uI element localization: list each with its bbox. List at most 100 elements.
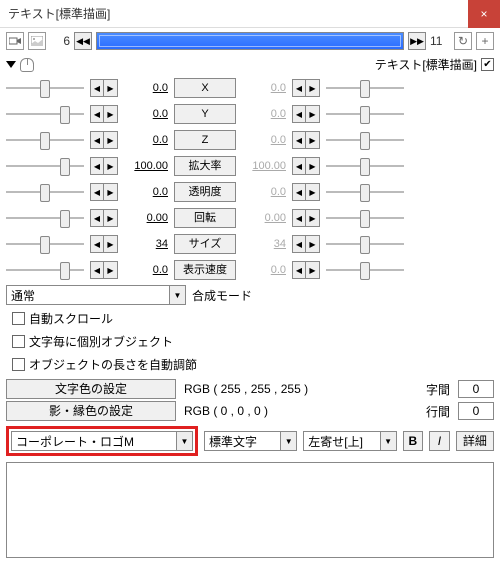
text-input[interactable] xyxy=(6,462,494,558)
chevron-right-icon[interactable]: ▶ xyxy=(104,79,118,97)
close-button[interactable]: × xyxy=(468,0,500,28)
stepper-right[interactable]: ◀▶ xyxy=(292,261,320,279)
value-right[interactable]: 0.0 xyxy=(242,186,286,198)
value-left[interactable]: 0.0 xyxy=(124,82,168,94)
slider-left[interactable] xyxy=(6,182,84,202)
value-left[interactable]: 100.00 xyxy=(124,160,168,172)
chevron-left-icon[interactable]: ◀ xyxy=(292,209,306,227)
stepper-right[interactable]: ◀▶ xyxy=(292,131,320,149)
detail-button[interactable]: 詳細 xyxy=(456,431,494,451)
chevron-right-icon[interactable]: ▶ xyxy=(104,209,118,227)
slider-left[interactable] xyxy=(6,78,84,98)
frame-prev-button[interactable]: ◀◀ xyxy=(74,32,92,50)
stepper-right[interactable]: ◀▶ xyxy=(292,235,320,253)
param-button-alpha[interactable]: 透明度 xyxy=(174,182,236,202)
stepper-left[interactable]: ◀▶ xyxy=(90,261,118,279)
param-button-rot[interactable]: 回転 xyxy=(174,208,236,228)
chevron-left-icon[interactable]: ◀ xyxy=(292,235,306,253)
check-autoscroll[interactable]: 自動スクロール xyxy=(0,307,500,330)
chevron-right-icon[interactable]: ▶ xyxy=(306,131,320,149)
object-enable-checkbox[interactable] xyxy=(481,58,494,71)
blend-mode-combo[interactable]: 通常 ▼ xyxy=(6,285,186,305)
chevron-down-icon[interactable]: ▼ xyxy=(280,432,296,450)
stepper-left[interactable]: ◀▶ xyxy=(90,235,118,253)
stepper-right[interactable]: ◀▶ xyxy=(292,183,320,201)
camera-icon[interactable] xyxy=(6,32,24,50)
text-color-button[interactable]: 文字色の設定 xyxy=(6,379,176,399)
value-left[interactable]: 0.00 xyxy=(124,212,168,224)
value-right[interactable]: 100.00 xyxy=(242,160,286,172)
value-right[interactable]: 0.0 xyxy=(242,108,286,120)
stepper-right[interactable]: ◀▶ xyxy=(292,157,320,175)
chevron-left-icon[interactable]: ◀ xyxy=(90,209,104,227)
chevron-left-icon[interactable]: ◀ xyxy=(90,183,104,201)
stepper-left[interactable]: ◀▶ xyxy=(90,157,118,175)
font-style-combo[interactable]: 標準文字 ▼ xyxy=(204,431,297,451)
slider-right[interactable] xyxy=(326,130,404,150)
chevron-left-icon[interactable]: ◀ xyxy=(292,105,306,123)
slider-left[interactable] xyxy=(6,208,84,228)
chevron-left-icon[interactable]: ◀ xyxy=(292,131,306,149)
slider-right[interactable] xyxy=(326,260,404,280)
stepper-right[interactable]: ◀▶ xyxy=(292,209,320,227)
chevron-right-icon[interactable]: ▶ xyxy=(104,235,118,253)
value-left[interactable]: 0.0 xyxy=(124,108,168,120)
text-align-combo[interactable]: 左寄せ[上] ▼ xyxy=(303,431,396,451)
slider-right[interactable] xyxy=(326,104,404,124)
value-right[interactable]: 0.0 xyxy=(242,264,286,276)
slider-left[interactable] xyxy=(6,260,84,280)
chevron-right-icon[interactable]: ▶ xyxy=(306,235,320,253)
chevron-right-icon[interactable]: ▶ xyxy=(104,105,118,123)
expand-icon[interactable] xyxy=(6,61,16,68)
chevron-right-icon[interactable]: ▶ xyxy=(306,183,320,201)
chevron-right-icon[interactable]: ▶ xyxy=(104,157,118,175)
value-right[interactable]: 0.00 xyxy=(242,212,286,224)
refresh-icon[interactable]: ↻ xyxy=(454,32,472,50)
chevron-left-icon[interactable]: ◀ xyxy=(90,157,104,175)
stepper-left[interactable]: ◀▶ xyxy=(90,183,118,201)
edge-color-button[interactable]: 影・縁色の設定 xyxy=(6,401,176,421)
chevron-down-icon[interactable]: ▼ xyxy=(176,432,192,450)
check-autolen[interactable]: オブジェクトの長さを自動調節 xyxy=(0,353,500,376)
slider-left[interactable] xyxy=(6,234,84,254)
slider-left[interactable] xyxy=(6,156,84,176)
chevron-left-icon[interactable]: ◀ xyxy=(292,261,306,279)
slider-left[interactable] xyxy=(6,130,84,150)
chevron-left-icon[interactable]: ◀ xyxy=(90,261,104,279)
param-button-size[interactable]: サイズ xyxy=(174,234,236,254)
chevron-left-icon[interactable]: ◀ xyxy=(292,183,306,201)
chevron-left-icon[interactable]: ◀ xyxy=(90,131,104,149)
chevron-down-icon[interactable]: ▼ xyxy=(169,286,185,304)
font-name-combo[interactable]: コーポレート・ロゴM ▼ xyxy=(11,431,193,451)
chevron-down-icon[interactable]: ▼ xyxy=(380,432,396,450)
chevron-left-icon[interactable]: ◀ xyxy=(90,235,104,253)
chevron-left-icon[interactable]: ◀ xyxy=(90,105,104,123)
stepper-left[interactable]: ◀▶ xyxy=(90,105,118,123)
checkbox-icon[interactable] xyxy=(12,358,25,371)
value-right[interactable]: 34 xyxy=(242,238,286,250)
checkbox-icon[interactable] xyxy=(12,335,25,348)
stepper-left[interactable]: ◀▶ xyxy=(90,79,118,97)
param-button-x[interactable]: X xyxy=(174,78,236,98)
chevron-left-icon[interactable]: ◀ xyxy=(90,79,104,97)
value-left[interactable]: 0.0 xyxy=(124,186,168,198)
stepper-right[interactable]: ◀▶ xyxy=(292,105,320,123)
frame-start[interactable]: 6 xyxy=(52,34,70,48)
stepper-right[interactable]: ◀▶ xyxy=(292,79,320,97)
stepper-left[interactable]: ◀▶ xyxy=(90,131,118,149)
leading-input[interactable]: 0 xyxy=(458,402,494,420)
value-left[interactable]: 34 xyxy=(124,238,168,250)
spacing-input[interactable]: 0 xyxy=(458,380,494,398)
chevron-right-icon[interactable]: ▶ xyxy=(306,261,320,279)
chevron-right-icon[interactable]: ▶ xyxy=(104,261,118,279)
checkbox-icon[interactable] xyxy=(12,312,25,325)
value-right[interactable]: 0.0 xyxy=(242,134,286,146)
slider-right[interactable] xyxy=(326,208,404,228)
param-button-zoom[interactable]: 拡大率 xyxy=(174,156,236,176)
value-right[interactable]: 0.0 xyxy=(242,82,286,94)
slider-right[interactable] xyxy=(326,156,404,176)
frame-end[interactable]: 11 xyxy=(430,34,448,48)
param-button-z[interactable]: Z xyxy=(174,130,236,150)
chevron-left-icon[interactable]: ◀ xyxy=(292,79,306,97)
italic-button[interactable]: I xyxy=(429,431,450,451)
